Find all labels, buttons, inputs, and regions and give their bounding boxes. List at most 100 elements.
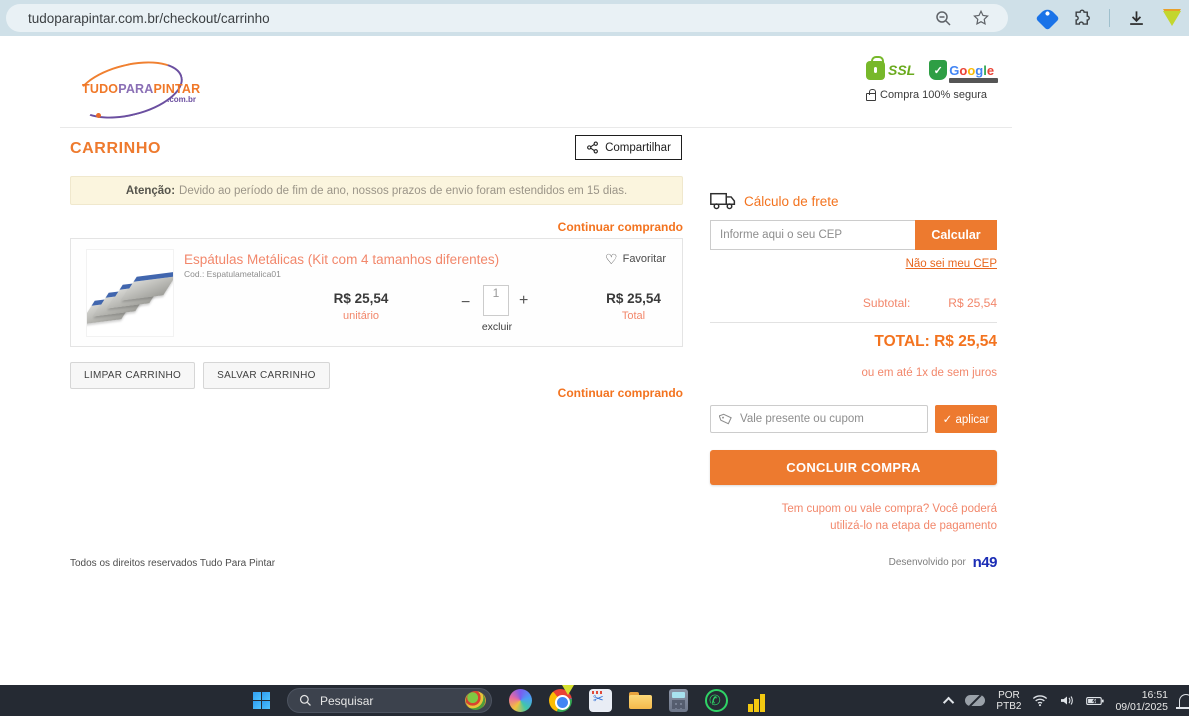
address-bar[interactable]: tudoparapintar.com.br/checkout/carrinho: [6, 4, 1008, 32]
cep-row: Informe aqui o seu CEP Calcular: [710, 220, 997, 250]
line-total-price: R$ 25,54: [596, 291, 671, 306]
file-explorer-icon[interactable]: [629, 689, 652, 712]
volume-icon[interactable]: [1059, 694, 1075, 707]
product-code: Cod.: Espatulametalica01: [184, 269, 281, 279]
coupon-note-line1: Tem cupom ou vale compra? Você poderá: [710, 501, 997, 518]
secure-purchase-label: Compra 100% segura: [880, 89, 987, 101]
share-button[interactable]: Compartilhar: [575, 135, 682, 160]
chrome-icon[interactable]: [549, 689, 572, 712]
notice-banner: Atenção: Devido ao período de fim de ano…: [70, 176, 683, 205]
line-total-label: Total: [596, 310, 671, 322]
unit-price: R$ 25,54: [326, 291, 396, 306]
favorite-button[interactable]: ♡ Favoritar: [605, 252, 666, 266]
google-shield-icon: ✓: [929, 60, 947, 80]
logo-text-pintar: PINTAR: [154, 82, 201, 96]
coupon-note-line2: utilizá-lo na etapa de pagamento: [710, 518, 997, 535]
store-logo[interactable]: TUDOPARAPINTAR .com.br: [74, 64, 184, 116]
freight-title: Cálculo de frete: [744, 194, 839, 209]
hidden-icons-chevron[interactable]: [943, 696, 954, 707]
tag-icon: [719, 412, 733, 426]
check-icon: ✓: [943, 414, 953, 426]
security-badges: SSL ✓ Google Compra 100% segura: [866, 60, 996, 101]
logo-text-tudo: TUDO: [82, 82, 118, 96]
quantity-decrease-button[interactable]: −: [461, 294, 470, 312]
n49-logo[interactable]: n49: [973, 554, 997, 571]
cep-help-link[interactable]: Não sei meu CEP: [710, 258, 997, 270]
whatsapp-icon[interactable]: [705, 689, 728, 712]
subtotal-label: Subtotal:: [863, 296, 910, 310]
apply-coupon-button[interactable]: ✓ aplicar: [935, 405, 997, 433]
spatula-shape: [122, 271, 174, 300]
notice-bold: Atenção:: [126, 185, 175, 197]
windows-taskbar: Pesquisar POR PTB2 16:51 09/01/2025: [0, 685, 1189, 716]
summary-divider: [710, 322, 997, 323]
installments-note: ou em até 1x de sem juros: [710, 367, 997, 379]
header-divider: [60, 127, 1012, 128]
heart-icon: ♡: [605, 252, 618, 266]
battery-icon[interactable]: [1086, 695, 1104, 707]
notifications-bell-icon[interactable]: [1179, 694, 1189, 708]
start-button[interactable]: [253, 692, 270, 709]
clock[interactable]: 16:51 09/01/2025: [1115, 689, 1168, 713]
checkout-button[interactable]: CONCLUIR COMPRA: [710, 450, 997, 485]
screen: tudoparapintar.com.br/checkout/carrinho …: [0, 0, 1189, 716]
product-image[interactable]: [86, 249, 174, 337]
triangle-extension-icon[interactable]: [1163, 11, 1181, 26]
continue-shopping-link-bottom[interactable]: Continuar comprando: [70, 386, 683, 400]
favorite-label: Favoritar: [623, 253, 666, 265]
power-bi-icon[interactable]: [745, 689, 768, 712]
page-content: TUDOPARAPINTAR .com.br SSL ✓ Google Comp…: [0, 36, 1189, 685]
quantity-increase-button[interactable]: +: [519, 292, 528, 310]
google-badge-bar: [949, 78, 998, 83]
calculator-icon[interactable]: [669, 689, 688, 712]
quantity-input[interactable]: 1: [483, 285, 509, 316]
freight-header: Cálculo de frete: [710, 192, 997, 210]
remove-item-link[interactable]: excluir: [475, 321, 519, 333]
taskbar-search[interactable]: Pesquisar: [287, 688, 492, 713]
coupon-note: Tem cupom ou vale compra? Você poderá ut…: [710, 501, 997, 534]
continue-shopping-link-top[interactable]: Continuar comprando: [70, 220, 683, 234]
download-icon[interactable]: [1127, 9, 1146, 28]
total-line: TOTAL: R$ 25,54: [710, 333, 997, 351]
cep-input[interactable]: Informe aqui o seu CEP: [710, 220, 915, 250]
search-icon: [299, 694, 312, 707]
unit-price-block: R$ 25,54 unitário: [326, 291, 396, 322]
extensions-puzzle-icon[interactable]: [1073, 9, 1092, 28]
bookmark-star-icon[interactable]: [972, 9, 990, 27]
logo-text-para: PARA: [118, 82, 153, 96]
google-safe-badge: ✓ Google: [929, 60, 994, 80]
share-label: Compartilhar: [605, 142, 671, 154]
tag-extension-icon[interactable]: [1035, 6, 1059, 30]
coupon-row: Vale presente ou cupom ✓ aplicar: [710, 405, 997, 433]
calculate-shipping-button[interactable]: Calcular: [915, 220, 997, 250]
ssl-lock-icon: [866, 61, 885, 80]
coupon-input[interactable]: Vale presente ou cupom: [710, 405, 928, 433]
logo-domain: .com.br: [167, 95, 196, 104]
language-indicator[interactable]: POR PTB2: [996, 690, 1021, 712]
time-text: 16:51: [1115, 689, 1168, 701]
line-total-block: R$ 25,54 Total: [596, 291, 671, 322]
logo-dot: [96, 113, 101, 118]
zoom-out-icon[interactable]: [935, 10, 952, 27]
product-title-link[interactable]: Espátulas Metálicas (Kit com 4 tamanhos …: [184, 252, 499, 267]
order-summary: Cálculo de frete Informe aqui o seu CEP …: [710, 192, 997, 534]
secure-purchase-note: Compra 100% segura: [866, 89, 996, 101]
copilot-icon[interactable]: [509, 689, 532, 712]
page-title: CARRINHO: [70, 140, 161, 158]
truck-icon: [710, 192, 736, 210]
toolbar-separator: [1109, 9, 1110, 27]
google-label: Google: [949, 63, 994, 78]
developer-credit: Desenvolvido por n49: [710, 554, 997, 571]
subtotal-value: R$ 25,54: [948, 296, 997, 310]
subtotal-row: Subtotal: R$ 25,54: [710, 296, 997, 310]
apply-label: aplicar: [955, 414, 989, 426]
wifi-icon[interactable]: [1032, 694, 1048, 707]
ssl-label: SSL: [888, 62, 915, 78]
ssl-badge: SSL: [866, 61, 915, 80]
url-text[interactable]: tudoparapintar.com.br/checkout/carrinho: [28, 11, 935, 26]
snipping-tool-icon[interactable]: [589, 689, 612, 712]
clear-cart-button[interactable]: LIMPAR CARRINHO: [70, 362, 195, 389]
save-cart-button[interactable]: SALVAR CARRINHO: [203, 362, 330, 389]
onedrive-icon[interactable]: [965, 695, 985, 706]
lock-icon: [866, 93, 876, 101]
